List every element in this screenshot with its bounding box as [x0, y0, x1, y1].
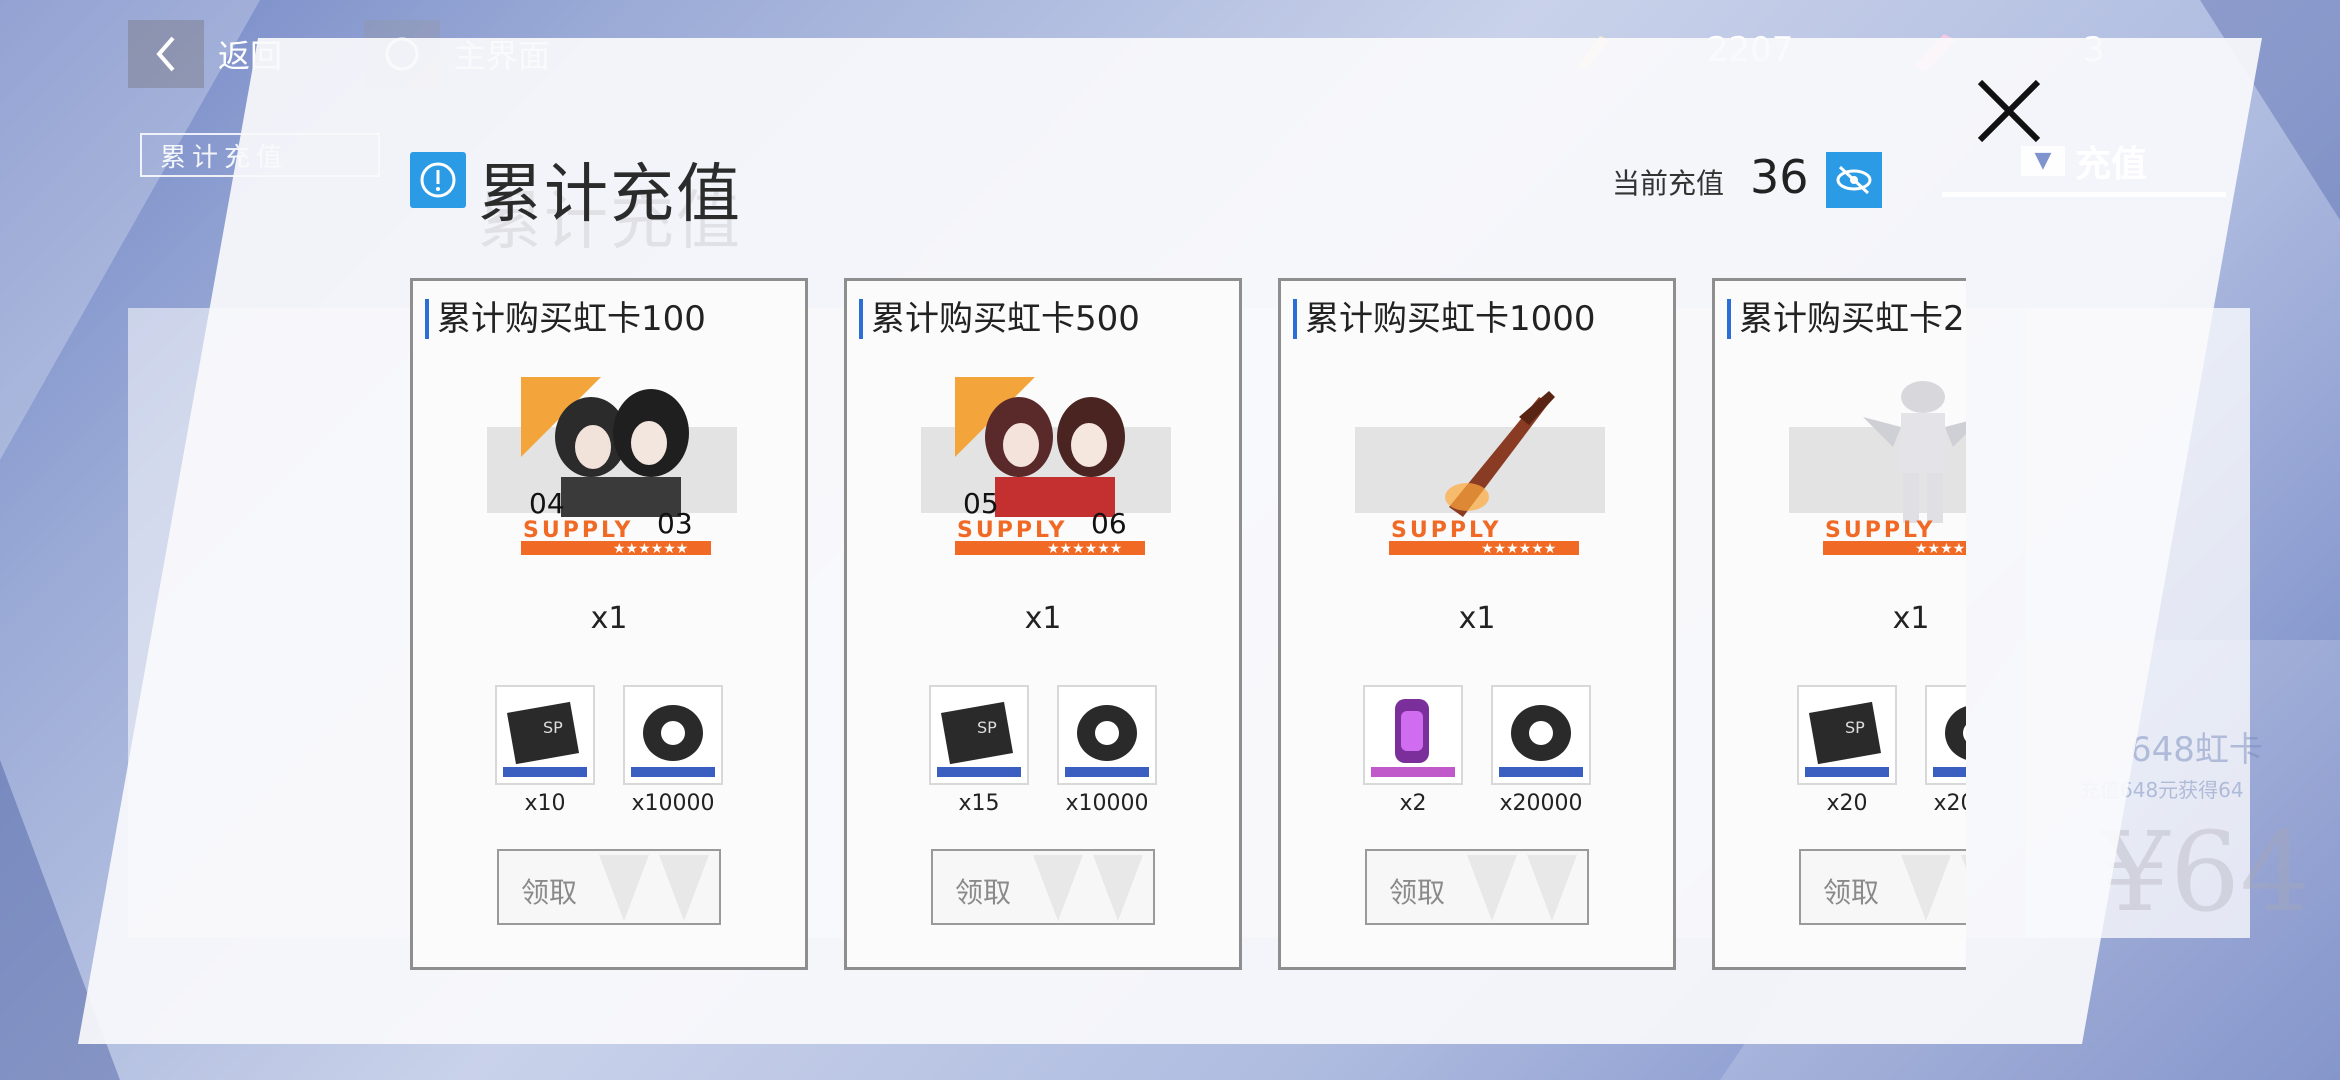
background-product-price: ¥64: [2100, 808, 2310, 936]
item-quantity: x15: [958, 791, 1000, 816]
claim-decor: [1467, 855, 1577, 921]
claim-decor: [1033, 855, 1143, 921]
claim-button[interactable]: 领取: [931, 849, 1155, 925]
weapon-reward-icon: SUPPLY ★★★★★★: [1389, 391, 1579, 555]
card-title: 累计购买虹卡1000: [1293, 299, 1596, 339]
item-quantity: x2: [1399, 791, 1427, 816]
reward-number-right: 06: [1091, 507, 1127, 540]
supply-label: SUPPLY: [957, 518, 1067, 543]
coil-icon[interactable]: [1491, 685, 1591, 785]
background-product-label: 648虹卡: [2130, 730, 2263, 770]
reward-quantity: x1: [1892, 601, 1930, 636]
reward-card-list[interactable]: 累计购买虹卡100 04 03 SUPPLY ★★★★★★ x1 SP x10: [410, 278, 1966, 972]
claim-button[interactable]: 领取: [1799, 849, 1966, 925]
recharge-tab-label: 充值: [2074, 144, 2147, 185]
claim-decor: [1901, 855, 1966, 921]
coil-icon[interactable]: [1925, 685, 1966, 785]
card-title: 累计购买虹卡500: [859, 299, 1140, 339]
reward-card: 累计购买虹卡2000 SUPPLY ★★★★★★ x1 SP x20: [1712, 278, 1966, 970]
page-title: 累计充值: [478, 158, 742, 232]
svg-text:SP: SP: [543, 718, 563, 737]
close-button[interactable]: [1970, 72, 2050, 152]
item-quantity: x10000: [1065, 791, 1149, 816]
back-arrow-icon: [128, 20, 204, 88]
rarity-stars: ★★★★★★: [613, 541, 688, 555]
item-quantity: x20: [1826, 791, 1868, 816]
current-recharge-label: 当前充值: [1612, 167, 1725, 200]
supply-label: SUPPLY: [1391, 518, 1501, 543]
reward-quantity: x1: [1024, 601, 1062, 636]
coil-icon[interactable]: [1057, 685, 1157, 785]
character-pair-reward-icon: 04 03 SUPPLY ★★★★★★: [521, 377, 711, 555]
mecha-reward-icon: SUPPLY ★★★★★★: [1823, 381, 1966, 555]
svg-text:SP: SP: [977, 718, 997, 737]
item-quantity: x20000: [1933, 791, 1966, 816]
reward-card: 累计购买虹卡500 05 06 SUPPLY ★★★★★★ x1 SP x15: [844, 278, 1242, 970]
purple-capsule-icon[interactable]: [1363, 685, 1463, 785]
reward-number-left: 05: [963, 487, 999, 520]
item-quantity: x20000: [1499, 791, 1583, 816]
reward-number-right: 03: [657, 507, 693, 540]
item-quantity: x10: [524, 791, 566, 816]
svg-text:SP: SP: [1845, 718, 1865, 737]
supply-label: SUPPLY: [523, 518, 633, 543]
supply-label: SUPPLY: [1825, 518, 1935, 543]
claim-decor: [599, 855, 709, 921]
sp-card-icon[interactable]: SP: [1797, 685, 1897, 785]
reward-card: 累计购买虹卡1000 SUPPLY ★★★★★★ x1 x2 x20000 领取: [1278, 278, 1676, 970]
reward-number-left: 04: [529, 487, 565, 520]
claim-button[interactable]: 领取: [1365, 849, 1589, 925]
reward-quantity: x1: [1458, 601, 1496, 636]
card-title: 累计购买虹卡100: [425, 299, 706, 339]
sp-card-icon[interactable]: SP: [929, 685, 1029, 785]
info-icon: [410, 152, 466, 208]
rarity-stars: ★★★★★★: [1915, 541, 1966, 555]
claim-button[interactable]: 领取: [497, 849, 721, 925]
card-title: 累计购买虹卡2000: [1727, 299, 1966, 339]
rarity-stars: ★★★★★★: [1481, 541, 1556, 555]
reward-card: 累计购买虹卡100 04 03 SUPPLY ★★★★★★ x1 SP x10: [410, 278, 808, 970]
eye-hidden-icon: [1836, 165, 1872, 195]
item-quantity: x10000: [631, 791, 715, 816]
reward-quantity: x1: [590, 601, 628, 636]
close-icon: [1977, 79, 2041, 143]
current-recharge-value: 36: [1750, 150, 1809, 204]
rarity-stars: ★★★★★★: [1047, 541, 1122, 555]
toggle-visibility-button[interactable]: [1826, 152, 1882, 208]
sp-card-icon[interactable]: SP: [495, 685, 595, 785]
coil-icon[interactable]: [623, 685, 723, 785]
character-pair-reward-icon: 05 06 SUPPLY ★★★★★★: [955, 377, 1145, 555]
